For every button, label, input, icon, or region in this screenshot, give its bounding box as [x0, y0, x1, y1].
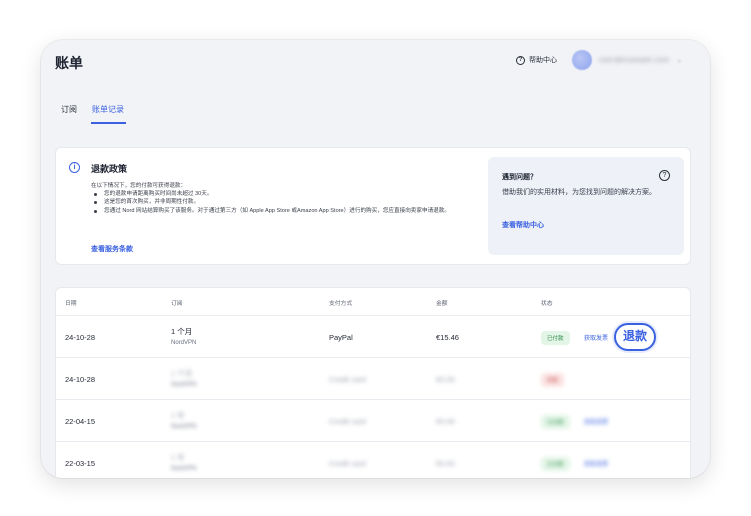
help-box-title: 遇到问题？ [502, 174, 537, 181]
row-date: 24-10-28 [65, 375, 96, 384]
get-invoice-link[interactable]: 获取发票 [584, 417, 608, 426]
row-status: 已付款 [541, 331, 570, 345]
column-header-date: 日期 [65, 301, 77, 307]
account-menu[interactable]: user@example.com ⌄ [572, 50, 682, 70]
column-header-subscription: 订阅 [171, 301, 183, 307]
row-amount: €15.46 [436, 333, 459, 342]
product-name: NordVPN [171, 424, 197, 430]
table-row: 24-10-28 1 个月 NordVPN PayPal €15.46 已付款 … [56, 316, 690, 358]
product-name: NordVPN [171, 340, 197, 346]
get-invoice-link[interactable]: 获取发票 [584, 459, 608, 468]
column-header-status: 状态 [541, 301, 553, 307]
tab-bar: 订阅 账单记录 [61, 104, 126, 124]
billing-window: 账单 ? 帮助中心 user@example.com ⌄ 订阅 账单记录 i 退… [41, 40, 710, 478]
info-circle-icon: i [69, 162, 80, 173]
column-header-payment: 支付方式 [329, 301, 353, 307]
get-invoice-link[interactable]: 获取发票 [584, 333, 608, 342]
status-badge: 失败 [541, 373, 565, 387]
page-title: 账单 [55, 55, 83, 71]
row-status: 已付款 [541, 457, 570, 471]
help-center-label: 帮助中心 [529, 57, 557, 64]
table-header: 日期 订阅 支付方式 金额 状态 [56, 288, 690, 316]
plan-name: 1 年 [171, 411, 185, 420]
plan-name: 1 年 [171, 453, 185, 462]
help-box: 遇到问题？ ? 借助我们的实用材料，为您找到问题的解决方案。 查看帮助中心 [488, 157, 684, 255]
policy-intro: 在以下情况下，您的付款可获得退款： [91, 183, 187, 189]
row-plan: 1 个月 NordVPN [171, 326, 196, 346]
row-status: 已付款 [541, 415, 570, 429]
avatar [572, 50, 592, 70]
terms-of-service-link[interactable]: 查看服务条款 [91, 244, 133, 254]
column-header-amount: 金额 [436, 301, 448, 307]
row-plan: 1 年 NordVPN [171, 410, 196, 430]
row-payment: Credit card [329, 459, 366, 468]
row-status: 失败 [541, 373, 565, 387]
row-plan: 1 个月 NordVPN [171, 368, 196, 388]
help-center-link[interactable]: ? 帮助中心 [516, 55, 557, 65]
row-amount: €0.00 [436, 459, 455, 468]
policy-title: 退款政策 [91, 164, 128, 174]
chevron-down-icon: ⌄ [676, 57, 683, 64]
table-row: 22-04-15 1 年 NordVPN Credit card €0.00 已… [56, 400, 690, 442]
refund-button[interactable]: 退款 [614, 323, 656, 351]
row-amount: €0.00 [436, 417, 455, 426]
row-payment: Credit card [329, 375, 366, 384]
table-row: 24-10-28 1 个月 NordVPN Credit card €0.00 … [56, 358, 690, 400]
refund-policy-card: i 退款政策 在以下情况下，您的付款可获得退款： 您的退款申请距离购买时间尚未超… [55, 147, 691, 265]
row-date: 22-04-15 [65, 417, 96, 426]
account-email: user@example.com [599, 56, 670, 64]
status-badge: 已付款 [541, 331, 570, 345]
help-center-box-link[interactable]: 查看帮助中心 [502, 220, 544, 230]
policy-item: 您通过 Nord 网站结算购买了该服务。对于通过第三方（如 Apple App … [91, 207, 471, 215]
billing-table: 日期 订阅 支付方式 金额 状态 24-10-28 1 个月 NordVPN P… [55, 287, 691, 478]
question-circle-icon: ? [659, 170, 670, 181]
plan-name: 1 个月 [171, 369, 193, 378]
tab-subscription[interactable]: 订阅 [61, 104, 77, 124]
product-name: NordVPN [171, 466, 197, 472]
policy-item: 这是您的首次购买，并非周期性付款。 [91, 198, 471, 206]
row-payment: Credit card [329, 417, 366, 426]
row-date: 24-10-28 [65, 333, 96, 342]
row-payment: PayPal [329, 333, 353, 342]
policy-item: 您的退款申请距离购买时间尚未超过 30天。 [91, 190, 471, 198]
product-name: NordVPN [171, 382, 197, 388]
question-circle-icon: ? [516, 55, 525, 65]
status-badge: 已付款 [541, 415, 570, 429]
help-box-text: 借助我们的实用材料，为您找到问题的解决方案。 [502, 189, 656, 196]
status-badge: 已付款 [541, 457, 570, 471]
tab-billing-history[interactable]: 账单记录 [91, 104, 126, 124]
table-row: 22-03-15 1 年 NordVPN Credit card €0.00 已… [56, 442, 690, 478]
policy-list: 您的退款申请距离购买时间尚未超过 30天。 这是您的首次购买，并非周期性付款。 … [91, 190, 471, 215]
row-amount: €0.00 [436, 375, 455, 384]
plan-name: 1 个月 [171, 327, 193, 336]
row-date: 22-03-15 [65, 459, 96, 468]
row-plan: 1 年 NordVPN [171, 452, 196, 472]
